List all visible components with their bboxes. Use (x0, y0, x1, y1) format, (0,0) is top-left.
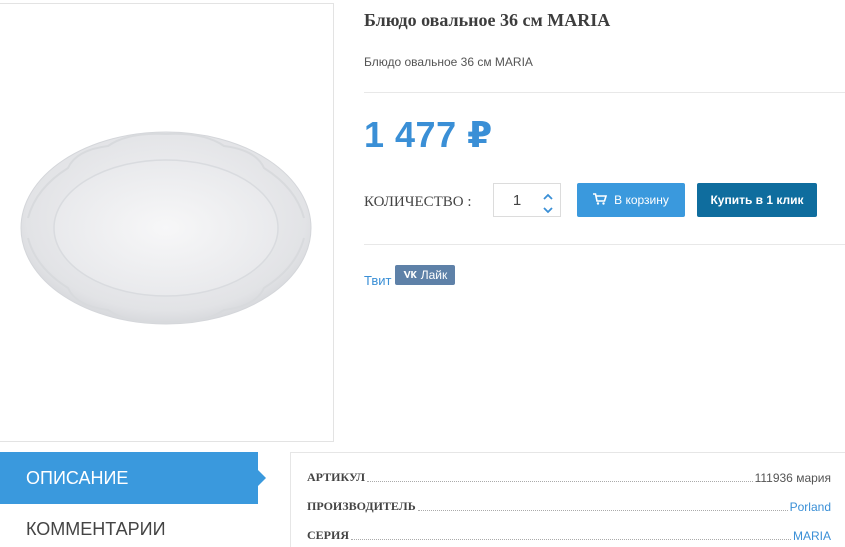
shopping-cart-icon (593, 192, 608, 208)
property-name: СЕРИЯ (307, 528, 349, 542)
caret-down-icon[interactable] (540, 202, 556, 214)
divider (364, 244, 845, 245)
property-row: АРТИКУЛ 111936 мария (307, 467, 831, 485)
dotted-leader (367, 481, 753, 482)
dotted-leader (351, 539, 791, 540)
property-name: ПРОИЗВОДИТЕЛЬ (307, 499, 416, 513)
caret-up-icon[interactable] (540, 189, 556, 200)
vk-like-label: Лайк (420, 268, 448, 282)
product-properties: АРТИКУЛ 111936 мария ПРОИЗВОДИТЕЛЬ Porla… (290, 452, 845, 547)
tab-description[interactable]: ОПИСАНИЕ (0, 452, 266, 504)
divider (364, 92, 845, 93)
buy-one-click-label: Купить в 1 клик (710, 193, 804, 207)
add-to-cart-button[interactable]: В корзину (577, 183, 685, 217)
property-value: 111936 мария (754, 471, 831, 485)
property-row: ПРОИЗВОДИТЕЛЬ Porland (307, 496, 831, 514)
product-subtitle: Блюдо овальное 36 см MARIA (364, 55, 533, 69)
tab-comments[interactable]: КОММЕНТАРИИ (0, 507, 258, 547)
vk-logo-icon (403, 268, 417, 282)
quantity-value[interactable]: 1 (494, 192, 540, 209)
quantity-stepper[interactable]: 1 (493, 183, 561, 217)
quantity-label: КОЛИЧЕСТВО : (364, 194, 472, 210)
buy-one-click-button[interactable]: Купить в 1 клик (697, 183, 817, 217)
add-to-cart-label: В корзину (614, 193, 669, 207)
property-row: СЕРИЯ MARIA (307, 525, 831, 543)
product-title: Блюдо овальное 36 см MARIA (364, 10, 611, 30)
vk-like-button[interactable]: Лайк (395, 265, 455, 285)
product-image-frame[interactable] (0, 3, 334, 442)
dotted-leader (417, 510, 788, 511)
manufacturer-link[interactable]: Porland (790, 500, 831, 514)
tweet-link[interactable]: Твит (364, 273, 392, 288)
property-name: АРТИКУЛ (307, 470, 366, 484)
product-image (20, 131, 312, 325)
product-price: 1 477 ₽ (364, 114, 493, 155)
series-link[interactable]: MARIA (793, 529, 831, 543)
